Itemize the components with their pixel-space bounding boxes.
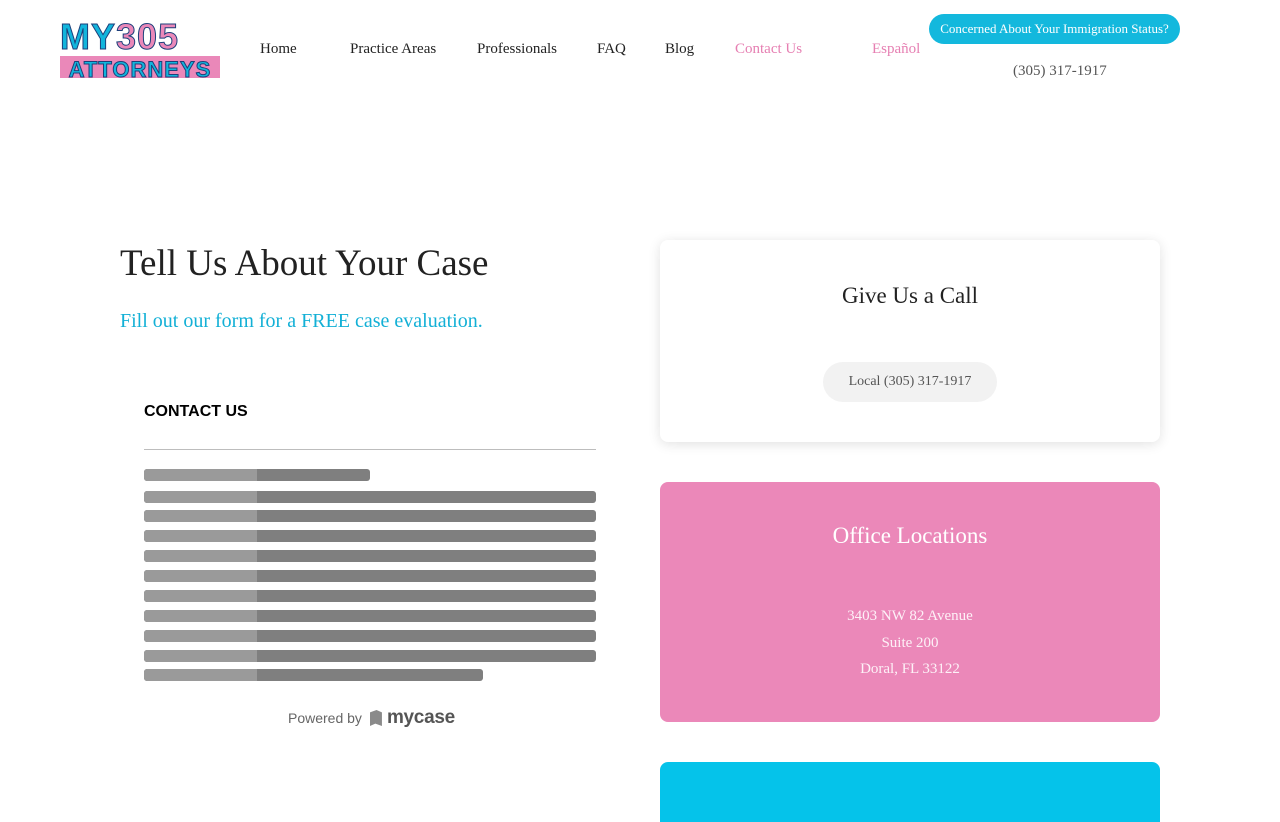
nav-faq[interactable]: FAQ: [597, 41, 626, 58]
blue-info-card: [660, 762, 1160, 822]
powered-by-label: Powered by: [288, 710, 362, 726]
mycase-wordmark: mycase: [386, 707, 455, 728]
nav-professionals[interactable]: Professionals: [477, 41, 557, 58]
form-skeleton-line: [144, 590, 596, 602]
address-line: Doral, FL 33122: [860, 661, 960, 677]
logo-top: MY305: [60, 16, 180, 57]
local-phone-button[interactable]: Local (305) 317-1917: [823, 362, 997, 402]
header-phone-link[interactable]: (305) 317-1917: [1013, 63, 1107, 80]
immigration-status-button[interactable]: Concerned About Your Immigration Status?: [929, 14, 1180, 44]
form-skeleton-line: [144, 570, 596, 582]
form-skeleton-line: [144, 630, 596, 642]
call-card-title: Give Us a Call: [841, 283, 979, 308]
address-line: 3403 NW 82 Avenue: [847, 608, 973, 624]
form-skeleton-line: [144, 669, 483, 681]
powered-by-mycase[interactable]: Powered by mycase: [288, 707, 455, 729]
office-locations-title: Office Locations: [832, 523, 988, 548]
form-skeleton-line: [144, 510, 596, 522]
nav-blog[interactable]: Blog: [665, 41, 694, 58]
form-skeleton-line: [144, 650, 596, 662]
address-line: Suite 200: [881, 634, 939, 651]
page-subtitle: Fill out our form for a FREE case evalua…: [120, 310, 483, 332]
form-skeleton-line: [144, 469, 370, 481]
form-skeleton-line: [144, 491, 596, 503]
page-title: Tell Us About Your Case: [120, 243, 489, 284]
logo-banner: ATTORNEYS: [60, 56, 220, 78]
call-card: Give Us a Call Local (305) 317-1917: [660, 240, 1160, 442]
form-skeleton-line: [144, 610, 596, 622]
office-locations-card: Office Locations 3403 NW 82 Avenue Suite…: [660, 482, 1160, 722]
office-address: 3403 NW 82 Avenue Suite 200 Doral, FL 33…: [660, 603, 1160, 683]
nav-home[interactable]: Home: [260, 41, 297, 58]
form-skeleton-line: [144, 550, 596, 562]
form-skeleton-line: [144, 530, 596, 542]
nav-practice-areas[interactable]: Practice Areas: [350, 41, 436, 58]
form-divider: [144, 449, 596, 450]
contact-form-title: CONTACT US: [144, 403, 248, 420]
mycase-logo-icon: [369, 710, 382, 726]
nav-contact-us[interactable]: Contact Us: [735, 41, 802, 58]
site-logo[interactable]: MY305 ATTORNEYS: [60, 16, 220, 78]
nav-espanol[interactable]: Español: [872, 41, 920, 58]
